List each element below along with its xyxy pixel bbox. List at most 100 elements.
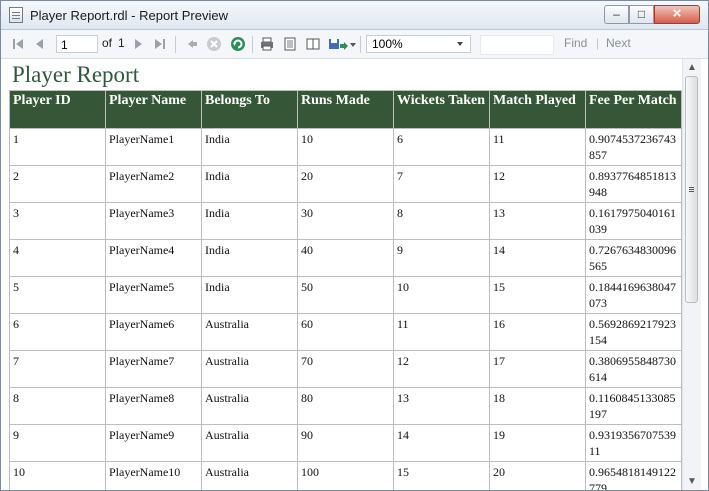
table-row: 8 PlayerName8 Australia 80 13 18 0.11608451330… — [9, 387, 682, 425]
scroll-up-icon[interactable]: ▲ — [683, 59, 701, 76]
scroll-down-icon[interactable]: ▼ — [683, 473, 701, 490]
export-icon[interactable] — [327, 34, 349, 54]
table-cell: 15 — [489, 276, 586, 314]
table-row: 10 PlayerName10 Australia 100 15 20 0.96548181… — [9, 461, 682, 490]
find-button[interactable]: Find — [564, 36, 587, 50]
report-title: Player Report — [12, 62, 140, 87]
vertical-scrollbar[interactable]: ▲ ▼ — [682, 59, 701, 490]
table-cell: 14 — [489, 239, 586, 277]
table-cell: 16 — [489, 313, 586, 351]
table-cell: 11 — [489, 128, 586, 166]
table-cell: 0.1160845133085197 — [585, 387, 682, 425]
table-cell: 6 — [9, 313, 106, 351]
table-cell: 14 — [393, 424, 490, 462]
refresh-icon[interactable] — [230, 34, 246, 54]
next-button[interactable]: Next — [606, 36, 631, 50]
table-row: 2 PlayerName2 India 20 7 12 0.8937764851813948 — [9, 165, 682, 203]
table-cell: Australia — [201, 424, 298, 462]
table-cell: 15 — [393, 461, 490, 490]
stop-icon[interactable] — [206, 34, 222, 54]
scrollbar-thumb[interactable] — [685, 76, 698, 303]
find-input[interactable] — [480, 35, 554, 55]
table-cell: 7 — [393, 165, 490, 203]
table-cell: 40 — [297, 239, 394, 277]
table-cell: India — [201, 165, 298, 203]
table-row: 7 PlayerName7 Australia 70 12 17 0.38069558487… — [9, 350, 682, 388]
column-header: Fee Per Match — [585, 90, 682, 129]
table-cell: 0.8937764851813948 — [585, 165, 682, 203]
page-count: 1 — [118, 36, 125, 50]
column-header: Match Played — [489, 90, 586, 129]
table-cell: PlayerName4 — [105, 239, 202, 277]
minimize-button[interactable]: – — [604, 5, 629, 24]
first-page-icon[interactable] — [10, 34, 26, 54]
back-icon[interactable] — [184, 34, 200, 54]
table-cell: PlayerName10 — [105, 461, 202, 490]
table-cell: 0.1617975040161039 — [585, 202, 682, 240]
chevron-down-icon — [457, 42, 463, 46]
report-content: Player Report Player ID Player Name Belo… — [1, 59, 682, 490]
table-row: 5 PlayerName5 India 50 10 15 0.184416963804707… — [9, 276, 682, 314]
table-cell: PlayerName8 — [105, 387, 202, 425]
table-cell: 10 — [393, 276, 490, 314]
report-preview-window: Player Report.rdl - Report Preview – □ ×… — [0, 0, 709, 491]
table-cell: 70 — [297, 350, 394, 388]
table-cell: Australia — [201, 387, 298, 425]
table-cell: 18 — [489, 387, 586, 425]
table-cell: 4 — [9, 239, 106, 277]
report-toolbar: 1 of 1 100% Find Next | — [1, 30, 708, 59]
table-cell: 9 — [393, 239, 490, 277]
table-cell: 100 — [297, 461, 394, 490]
table-cell: 12 — [393, 350, 490, 388]
table-cell: 20 — [297, 165, 394, 203]
previous-page-icon[interactable] — [32, 34, 48, 54]
table-cell: 90 — [297, 424, 394, 462]
column-header: Player ID — [9, 90, 106, 129]
table-row: 4 PlayerName4 India 40 9 14 0.7267634830096565 — [9, 239, 682, 277]
zoom-select[interactable]: 100% — [366, 35, 471, 53]
table-cell: 8 — [393, 202, 490, 240]
table-cell: 3 — [9, 202, 106, 240]
table-cell: 0.931935670753911 — [585, 424, 682, 462]
table-cell: India — [201, 276, 298, 314]
zoom-value: 100% — [372, 37, 403, 51]
page-number-input[interactable]: 1 — [56, 35, 98, 53]
table-cell: 11 — [393, 313, 490, 351]
page-setup-icon[interactable] — [305, 34, 321, 54]
table-cell: 0.3806955848730614 — [585, 350, 682, 388]
table-cell: 10 — [297, 128, 394, 166]
window-title: Player Report.rdl - Report Preview — [30, 8, 228, 23]
next-page-icon[interactable] — [130, 34, 146, 54]
table-cell: Australia — [201, 350, 298, 388]
table-cell: 20 — [489, 461, 586, 490]
table-cell: 1 — [9, 128, 106, 166]
toolbar-separator — [252, 36, 253, 53]
table-cell: PlayerName1 — [105, 128, 202, 166]
find-separator: | — [596, 36, 600, 50]
last-page-icon[interactable] — [152, 34, 168, 54]
table-cell: 30 — [297, 202, 394, 240]
table-cell: 13 — [393, 387, 490, 425]
table-cell: PlayerName7 — [105, 350, 202, 388]
close-button[interactable]: × — [654, 5, 700, 24]
table-cell: 19 — [489, 424, 586, 462]
toolbar-separator — [360, 36, 361, 53]
table-cell: 7 — [9, 350, 106, 388]
table-cell: 13 — [489, 202, 586, 240]
table-cell: 50 — [297, 276, 394, 314]
thumb-grip-icon — [689, 187, 694, 188]
table-cell: 0.1844169638047073 — [585, 276, 682, 314]
table-cell: 5 — [9, 276, 106, 314]
maximize-button[interactable]: □ — [629, 5, 654, 24]
table-cell: PlayerName5 — [105, 276, 202, 314]
table-cell: PlayerName2 — [105, 165, 202, 203]
page-of-label: of — [102, 36, 113, 50]
export-dropdown-icon[interactable] — [349, 34, 357, 54]
table-cell: 8 — [9, 387, 106, 425]
table-cell: 12 — [489, 165, 586, 203]
table-header-row: Player ID Player Name Belongs To Runs Ma… — [9, 90, 682, 129]
print-icon[interactable] — [259, 34, 275, 54]
table-cell: 17 — [489, 350, 586, 388]
table-row: 3 PlayerName3 India 30 8 13 0.1617975040161039 — [9, 202, 682, 240]
print-layout-icon[interactable] — [282, 34, 298, 54]
